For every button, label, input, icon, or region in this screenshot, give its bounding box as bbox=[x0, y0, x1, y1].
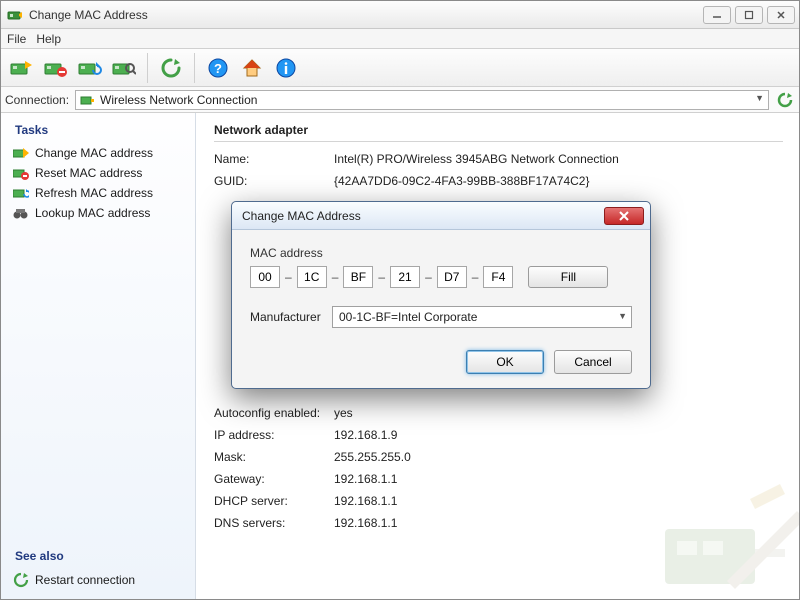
toolbar-about-icon[interactable] bbox=[271, 53, 301, 83]
section-title: Network adapter bbox=[214, 123, 783, 137]
nic-reset-icon bbox=[13, 166, 29, 180]
toolbar-lookup-mac-icon[interactable] bbox=[109, 53, 139, 83]
toolbar-home-icon[interactable] bbox=[237, 53, 267, 83]
connection-value: Wireless Network Connection bbox=[100, 93, 257, 107]
value-mask: 255.255.255.0 bbox=[334, 450, 411, 464]
titlebar: Change MAC Address bbox=[1, 1, 799, 29]
close-button[interactable] bbox=[767, 6, 795, 24]
toolbar-help-icon[interactable]: ? bbox=[203, 53, 233, 83]
maximize-button[interactable] bbox=[735, 6, 763, 24]
sidebar-item-restart-connection[interactable]: Restart connection bbox=[11, 569, 185, 591]
connection-label: Connection: bbox=[5, 93, 69, 107]
toolbar: ? bbox=[1, 49, 799, 87]
value-name: Intel(R) PRO/Wireless 3945ABG Network Co… bbox=[334, 152, 619, 166]
label-name: Name: bbox=[214, 152, 334, 166]
connection-refresh-icon[interactable] bbox=[775, 90, 795, 110]
sidebar: Tasks Change MAC address Reset MAC addre… bbox=[1, 113, 196, 599]
chevron-down-icon: ▼ bbox=[755, 93, 764, 103]
connection-select[interactable]: Wireless Network Connection ▼ bbox=[75, 90, 769, 110]
label-gateway: Gateway: bbox=[214, 472, 334, 486]
connection-bar: Connection: Wireless Network Connection … bbox=[1, 87, 799, 113]
label-dhcp: DHCP server: bbox=[214, 494, 334, 508]
app-icon bbox=[7, 7, 23, 23]
menu-file[interactable]: File bbox=[7, 32, 26, 46]
menubar: File Help bbox=[1, 29, 799, 49]
main-panel: Network adapter Name:Intel(R) PRO/Wirele… bbox=[196, 113, 799, 599]
sidebar-item-lookup-mac[interactable]: Lookup MAC address bbox=[11, 203, 185, 223]
label-guid: GUID: bbox=[214, 174, 334, 188]
divider bbox=[214, 141, 783, 142]
sidebar-seealso-title: See also bbox=[15, 549, 185, 563]
toolbar-reset-mac-icon[interactable] bbox=[41, 53, 71, 83]
refresh-icon bbox=[13, 572, 29, 588]
minimize-button[interactable] bbox=[703, 6, 731, 24]
value-ip: 192.168.1.9 bbox=[334, 428, 397, 442]
label-ip: IP address: bbox=[214, 428, 334, 442]
toolbar-refresh-icon[interactable] bbox=[156, 53, 186, 83]
sidebar-item-change-mac[interactable]: Change MAC address bbox=[11, 143, 185, 163]
nic-refresh-icon bbox=[13, 186, 29, 200]
toolbar-change-mac-icon[interactable] bbox=[7, 53, 37, 83]
sidebar-item-reset-mac[interactable]: Reset MAC address bbox=[11, 163, 185, 183]
content-body: Tasks Change MAC address Reset MAC addre… bbox=[1, 113, 799, 599]
sidebar-item-refresh-mac[interactable]: Refresh MAC address bbox=[11, 183, 185, 203]
main-window: Change MAC Address File Help ? Connectio… bbox=[0, 0, 800, 600]
binoculars-icon bbox=[13, 206, 29, 220]
value-gateway: 192.168.1.1 bbox=[334, 472, 397, 486]
window-title: Change MAC Address bbox=[29, 8, 148, 22]
label-autoconfig: Autoconfig enabled: bbox=[214, 406, 334, 420]
sidebar-item-label: Restart connection bbox=[35, 573, 135, 587]
value-guid: {42AA7DD6-09C2-4FA3-99BB-388BF17A74C2} bbox=[334, 174, 590, 188]
label-mask: Mask: bbox=[214, 450, 334, 464]
sidebar-item-label: Lookup MAC address bbox=[35, 206, 150, 220]
sidebar-item-label: Refresh MAC address bbox=[35, 186, 153, 200]
sidebar-item-label: Change MAC address bbox=[35, 146, 153, 160]
value-dhcp: 192.168.1.1 bbox=[334, 494, 397, 508]
sidebar-item-label: Reset MAC address bbox=[35, 166, 142, 180]
toolbar-refresh-mac-icon[interactable] bbox=[75, 53, 105, 83]
value-dns: 192.168.1.1 bbox=[334, 516, 397, 530]
sidebar-tasks-title: Tasks bbox=[15, 123, 185, 137]
menu-help[interactable]: Help bbox=[36, 32, 61, 46]
connection-adapter-icon bbox=[80, 93, 94, 107]
value-autoconfig: yes bbox=[334, 406, 353, 420]
label-dns: DNS servers: bbox=[214, 516, 334, 530]
svg-text:?: ? bbox=[214, 61, 222, 76]
nic-arrow-icon bbox=[13, 146, 29, 160]
